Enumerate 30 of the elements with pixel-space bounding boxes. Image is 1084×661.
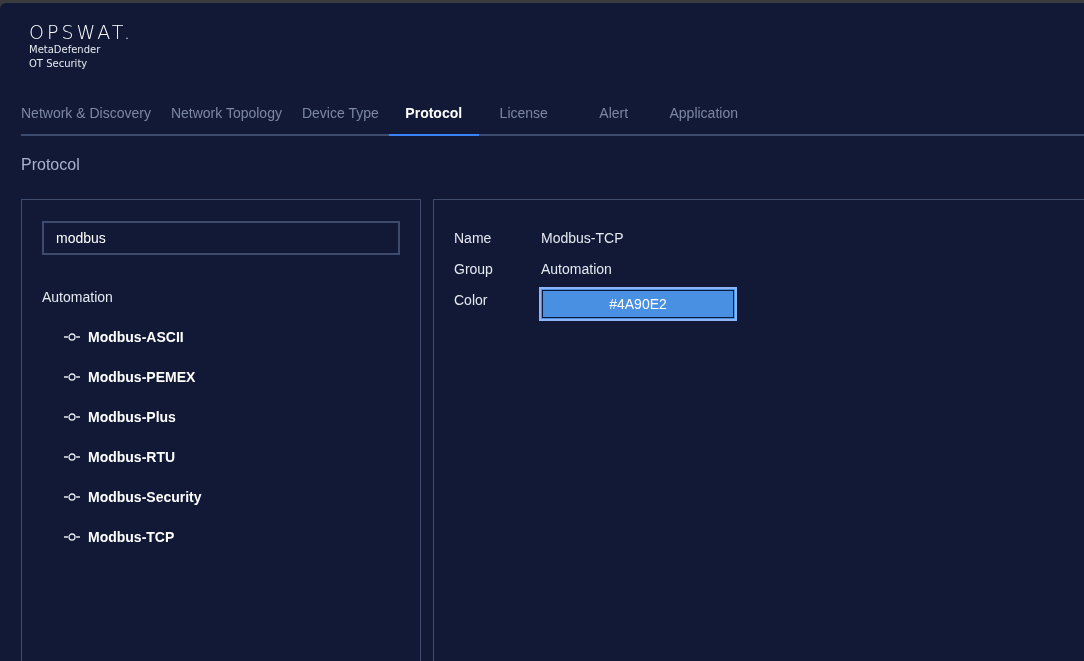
field-label: Color <box>454 291 489 308</box>
nav-tab[interactable]: Network Topology <box>160 92 292 136</box>
product-name: MetaDefender <box>29 43 102 57</box>
field-label: Name <box>454 229 493 246</box>
nav-tab[interactable]: Application <box>658 92 749 136</box>
field-label: Group <box>454 260 494 277</box>
protocol-item[interactable]: Modbus-Plus <box>88 409 176 425</box>
protocol-item[interactable]: Modbus-PEMEX <box>88 369 196 385</box>
nav-tab[interactable]: Network & Discovery <box>21 92 161 136</box>
group-label[interactable]: Automation <box>42 289 400 305</box>
page-title: Protocol <box>21 156 81 174</box>
protocol-item[interactable]: Modbus-ASCII <box>88 329 184 345</box>
nav-tab[interactable]: Protocol <box>388 92 479 136</box>
brand-logo: OPSWAT. <box>29 21 135 43</box>
node-icon <box>64 533 80 541</box>
field-value: Modbus-TCP <box>541 229 624 246</box>
field-value: Automation <box>541 260 612 277</box>
product-name: OT Security <box>29 57 89 71</box>
nav-tab[interactable]: License <box>478 92 569 136</box>
node-icon <box>64 413 80 421</box>
search-field[interactable]: modbus <box>42 221 400 255</box>
nav-tab[interactable]: Device Type <box>291 92 389 136</box>
protocol-item[interactable]: Modbus-Security <box>88 489 202 505</box>
protocol-item[interactable]: Modbus-RTU <box>88 449 176 465</box>
node-icon <box>64 493 80 501</box>
nav-tab[interactable]: Alert <box>568 92 659 136</box>
node-icon <box>64 333 80 341</box>
node-icon <box>64 373 80 381</box>
protocol-item[interactable]: Modbus-TCP <box>88 529 175 545</box>
node-icon <box>64 453 80 461</box>
